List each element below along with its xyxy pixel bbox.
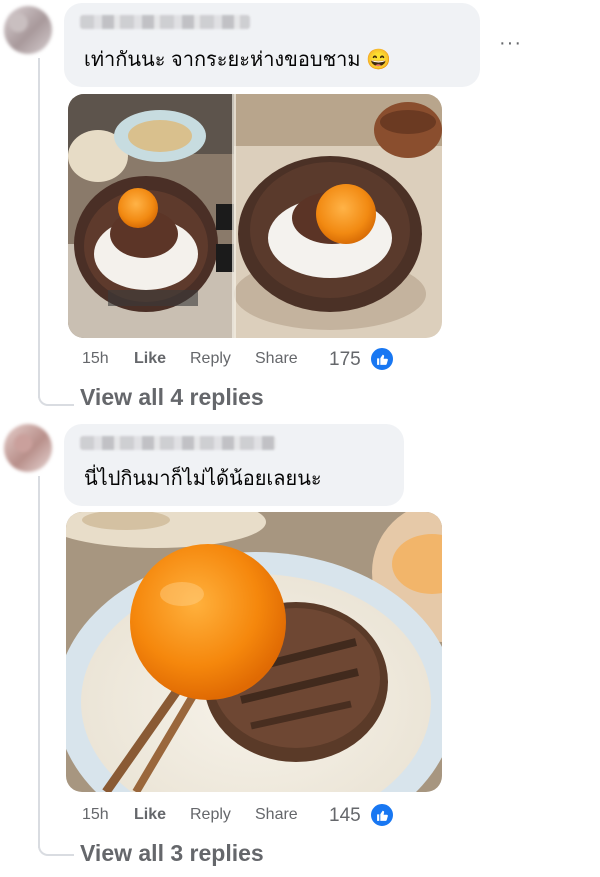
thread-line bbox=[38, 58, 40, 398]
like-button[interactable]: Like bbox=[134, 350, 166, 368]
like-button[interactable]: Like bbox=[134, 806, 166, 824]
reaction-count[interactable]: 145 bbox=[329, 805, 361, 827]
view-replies-link[interactable]: View all 3 replies bbox=[80, 840, 264, 867]
view-replies-link[interactable]: View all 4 replies bbox=[80, 384, 264, 411]
share-button[interactable]: Share bbox=[255, 806, 298, 824]
reply-button[interactable]: Reply bbox=[190, 350, 231, 368]
comment-bubble: นี่ไปกินมาก็ไม่ได้น้อยเลยนะ bbox=[64, 424, 404, 506]
thread-elbow bbox=[38, 392, 74, 406]
thread-line bbox=[38, 476, 40, 848]
commenter-name[interactable] bbox=[80, 436, 276, 450]
comment-bubble: เท่ากันนะ จากระยะห่างขอบชาม 😄 bbox=[64, 3, 480, 87]
thread-elbow bbox=[38, 842, 74, 856]
commenter-avatar[interactable] bbox=[4, 6, 52, 54]
more-options-icon[interactable]: ··· bbox=[499, 32, 522, 55]
commenter-name[interactable] bbox=[80, 15, 250, 29]
thumbs-up-glyph bbox=[376, 354, 388, 365]
rice-bowl-photo bbox=[68, 94, 442, 338]
thumbs-up-glyph bbox=[376, 810, 388, 821]
comment-time[interactable]: 15h bbox=[82, 350, 109, 368]
share-button[interactable]: Share bbox=[255, 350, 298, 368]
thumbs-up-icon[interactable] bbox=[369, 346, 395, 372]
comment-text: นี่ไปกินมาก็ไม่ได้น้อยเลยนะ bbox=[84, 468, 322, 490]
thumbs-up-icon[interactable] bbox=[369, 802, 395, 828]
reaction-count[interactable]: 175 bbox=[329, 349, 361, 371]
reply-button[interactable]: Reply bbox=[190, 806, 231, 824]
egg-yolk-patty-photo bbox=[66, 512, 442, 792]
comment-time[interactable]: 15h bbox=[82, 806, 109, 824]
comment-photo[interactable] bbox=[66, 512, 442, 792]
commenter-avatar[interactable] bbox=[4, 424, 52, 472]
comment-photo[interactable] bbox=[68, 94, 442, 338]
laugh-emoji-icon: 😄 bbox=[366, 49, 392, 71]
comment-text: เท่ากันนะ จากระยะห่างขอบชาม 😄 bbox=[84, 49, 392, 71]
